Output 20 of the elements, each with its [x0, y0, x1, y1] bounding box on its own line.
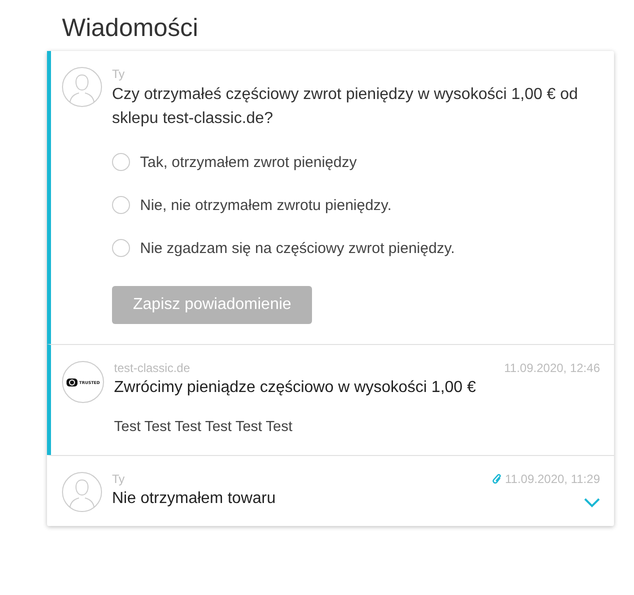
page-title: Wiadomości — [62, 14, 200, 43]
question-text: Czy otrzymałeś częściowy zwrot pieniędzy w wysokości 1,00 € od sklepu test-classic.de? — [112, 85, 579, 129]
user-avatar-icon — [62, 472, 102, 512]
sender-name: Ty — [112, 67, 126, 81]
option-label[interactable]: Tak, otrzymałem zwrot pieniędzy — [140, 154, 357, 170]
user-avatar-icon — [62, 67, 102, 107]
radio-button[interactable] — [112, 239, 130, 257]
option-label[interactable]: Nie, nie otrzymałem zwrotu pieniędzy. — [140, 196, 392, 214]
sender-name: Ty — [112, 472, 125, 486]
chevron-down-icon[interactable] — [584, 498, 600, 508]
message-time: 11.09.2020, 12:46 — [504, 361, 600, 375]
message-subject: Nie otrzymałem towaru — [112, 490, 276, 508]
radio-button[interactable] — [112, 153, 130, 171]
option-label[interactable]: Nie zgadzam się na częściowy zwrot pieniędzy. — [140, 240, 455, 256]
message-body: Test Test Test Test Test Test — [114, 419, 294, 435]
message-time: 11.09.2020, 11:29 — [505, 472, 600, 486]
message-subject: Zwrócimy pieniądze częściowo w wysokości 1,00 € — [114, 379, 477, 397]
radio-button[interactable] — [112, 196, 130, 214]
logo-icon — [66, 378, 78, 386]
sender-name: test-classic.de — [114, 361, 190, 375]
